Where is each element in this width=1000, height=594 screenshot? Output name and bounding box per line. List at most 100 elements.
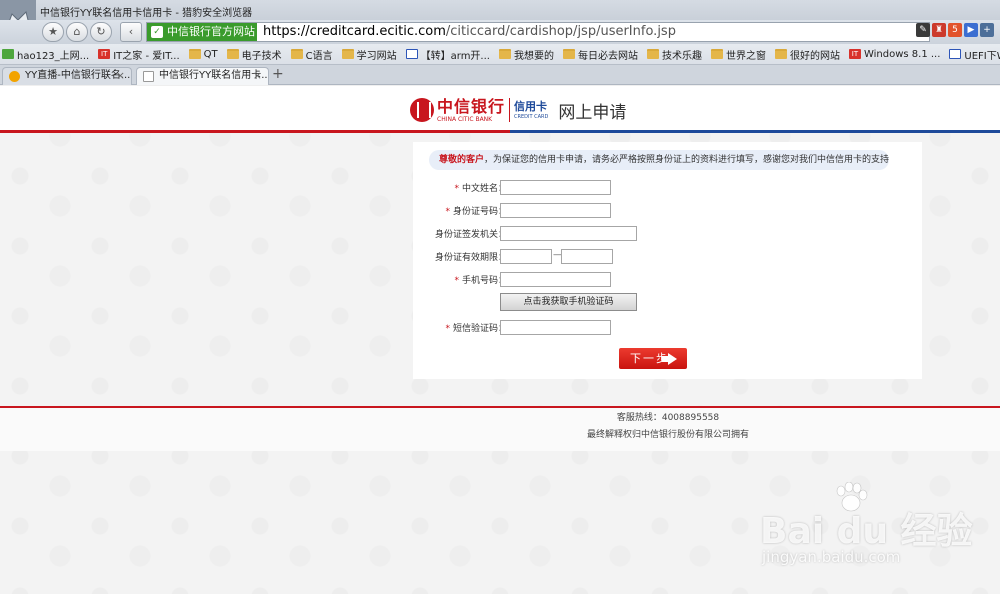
- watermark-text: Bai du 经验: [760, 511, 973, 552]
- paw-icon: [405, 49, 418, 59]
- sms-code-input[interactable]: [500, 320, 611, 335]
- bookmark-item[interactable]: 【转】arm开...: [405, 47, 490, 62]
- site-badge-label: 中信银行官方网站: [167, 25, 255, 38]
- folder-icon: [188, 49, 201, 59]
- notice-text: ，为保证您的信用卡申请，请务必严格按照身份证上的资料进行填写，感谢您对我们中信信…: [484, 155, 889, 165]
- page-content: 中信银行 CHINA CITIC BANK 信用卡 CREDIT CARD 网上…: [0, 86, 1000, 594]
- bookmark-item[interactable]: QT: [188, 48, 218, 60]
- bookmark-label: QT: [203, 48, 218, 60]
- page-favicon-icon: [143, 71, 154, 82]
- refresh-icon[interactable]: ↻: [90, 22, 112, 42]
- stripe-red: [0, 130, 510, 133]
- bookmark-item[interactable]: IT IT之家 - 爱IT...: [98, 47, 180, 62]
- favorite-star-icon[interactable]: ★: [42, 22, 64, 42]
- stripe-blue: [510, 130, 1000, 133]
- row-id-authority: 身份证签发机关：: [413, 226, 922, 242]
- address-bar[interactable]: ✓ 中信银行官方网站 https://creditcard.ecitic.com…: [146, 22, 930, 42]
- required-mark: *: [454, 184, 459, 194]
- bookmark-item[interactable]: 我想要的: [498, 47, 554, 62]
- page-header: 中信银行 CHINA CITIC BANK 信用卡 CREDIT CARD 网上…: [0, 86, 1000, 132]
- row-id-number: * 身份证号码：: [413, 203, 922, 219]
- bookmark-item[interactable]: UEFI下Win 8...: [949, 47, 1000, 62]
- row-mobile: * 手机号码：: [413, 272, 922, 288]
- id-validity-label: 身份证有效期限：: [434, 253, 507, 263]
- bookmark-label: 世界之窗: [725, 50, 766, 62]
- bookmark-item[interactable]: 世界之窗: [710, 47, 766, 62]
- bookmark-item[interactable]: 很好的网站: [774, 47, 840, 62]
- extension-icon-5[interactable]: +: [980, 23, 994, 37]
- rights-text: 最终解释权归中信银行股份有限公司拥有: [586, 430, 749, 440]
- header-stripe: [0, 130, 1000, 133]
- bookmark-label: 技术乐趣: [661, 50, 702, 62]
- bookmark-item[interactable]: hao123_上网...: [2, 47, 89, 62]
- yy-favicon-icon: [9, 71, 20, 82]
- application-form: 尊敬的客户，为保证您的信用卡申请，请务必严格按照身份证上的资料进行填写，感谢您对…: [413, 142, 922, 379]
- url-host: https://creditcard.ecitic.com: [263, 24, 446, 39]
- html5-icon[interactable]: 5: [948, 23, 962, 37]
- it-icon: IT: [848, 49, 861, 59]
- next-step-button[interactable]: 下一步: [619, 348, 687, 369]
- bookmark-item[interactable]: 技术乐趣: [646, 47, 702, 62]
- bookmark-item[interactable]: 每日必去网站: [562, 47, 638, 62]
- bookmarks-bar: hao123_上网... IT IT之家 - 爱IT... QT 电子技术 C语言 学习网站…: [0, 44, 1000, 65]
- bookmark-label: 学习网站: [356, 50, 397, 62]
- tab-yy-live[interactable]: YY直播-中信银行联名... ×: [2, 67, 132, 85]
- tab-citic-card[interactable]: 中信银行YY联名信用卡... ×: [136, 67, 269, 85]
- url-text[interactable]: https://creditcard.ecitic.com/citiccard/…: [263, 24, 676, 39]
- page-title: 网上申请: [558, 102, 627, 123]
- extension-icon-4[interactable]: ▶: [964, 23, 978, 37]
- extension-icon-1[interactable]: ✎: [916, 23, 930, 37]
- bookmark-label: 很好的网站: [789, 50, 840, 62]
- back-icon[interactable]: ‹: [120, 22, 142, 42]
- extension-icon-2[interactable]: ♜: [932, 23, 946, 37]
- window-titlebar: 中信银行YY联名信用卡信用卡 - 猎豹安全浏览器: [0, 0, 1000, 20]
- baidu-jingyan-watermark: Bai du 经验 jingyan.baidu.com: [760, 482, 980, 572]
- citic-logo[interactable]: 中信银行 CHINA CITIC BANK 信用卡 CREDIT CARD 网上…: [410, 94, 626, 126]
- logo-divider: [509, 98, 511, 122]
- id-number-input[interactable]: [500, 203, 611, 218]
- new-tab-button[interactable]: +: [272, 66, 284, 82]
- credit-card-en: CREDIT CARD: [514, 114, 549, 120]
- close-tab-icon[interactable]: ×: [116, 68, 125, 84]
- home-icon[interactable]: ⌂: [66, 22, 88, 42]
- arrow-right-icon: [662, 353, 677, 365]
- id-authority-input[interactable]: [500, 226, 637, 241]
- window-title: 中信银行YY联名信用卡信用卡 - 猎豹安全浏览器: [40, 8, 253, 19]
- official-site-badge[interactable]: ✓ 中信银行官方网站: [147, 23, 257, 41]
- hotline-text: 客服热线：4008895558: [616, 413, 720, 423]
- bookmark-item[interactable]: 电子技术: [226, 47, 282, 62]
- watermark-url: jingyan.baidu.com: [762, 548, 901, 566]
- tab-strip: YY直播-中信银行联名... × 中信银行YY联名信用卡... × +: [0, 65, 1000, 85]
- sms-code-label-text: 短信验证码：: [452, 324, 507, 334]
- id-validity-end-input[interactable]: [561, 249, 613, 264]
- bookmark-item[interactable]: C语言: [290, 47, 333, 62]
- bookmark-item[interactable]: 学习网站: [341, 47, 397, 62]
- bookmark-label: UEFI下Win 8...: [964, 50, 1000, 62]
- bookmark-label: 每日必去网站: [577, 50, 638, 62]
- bookmark-item[interactable]: IT Windows 8.1 ...: [848, 48, 941, 60]
- required-mark: *: [454, 276, 459, 286]
- paw-icon: [949, 49, 962, 59]
- folder-icon: [710, 49, 723, 59]
- folder-icon: [341, 49, 354, 59]
- tab-label: YY直播-中信银行联名...: [25, 70, 131, 81]
- bank-name-cn: 中信银行: [437, 96, 506, 116]
- required-mark: *: [445, 207, 450, 217]
- required-mark: *: [445, 324, 450, 334]
- id-number-label-text: 身份证号码：: [452, 207, 507, 217]
- bookmark-label: 【转】arm开...: [420, 50, 490, 62]
- close-tab-icon[interactable]: ×: [253, 68, 262, 84]
- bookmark-label: 电子技术: [241, 50, 282, 62]
- mobile-input[interactable]: [500, 272, 611, 287]
- it-icon: IT: [98, 49, 111, 59]
- chinese-name-input[interactable]: [500, 180, 611, 195]
- extension-icons: ✎ ♜ 5 ▶ +: [916, 23, 994, 41]
- get-sms-code-button[interactable]: 点击我获取手机验证码: [500, 293, 637, 311]
- id-authority-label: 身份证签发机关：: [434, 230, 507, 240]
- id-validity-start-input[interactable]: [500, 249, 552, 264]
- folder-icon: [498, 49, 511, 59]
- row-name: * 中文姓名：: [413, 180, 922, 196]
- id-number-label: * 身份证号码：: [445, 204, 507, 217]
- bookmark-label: Windows 8.1 ...: [863, 48, 941, 60]
- page-footer: 客服热线：4008895558 最终解释权归中信银行股份有限公司拥有: [0, 406, 1000, 451]
